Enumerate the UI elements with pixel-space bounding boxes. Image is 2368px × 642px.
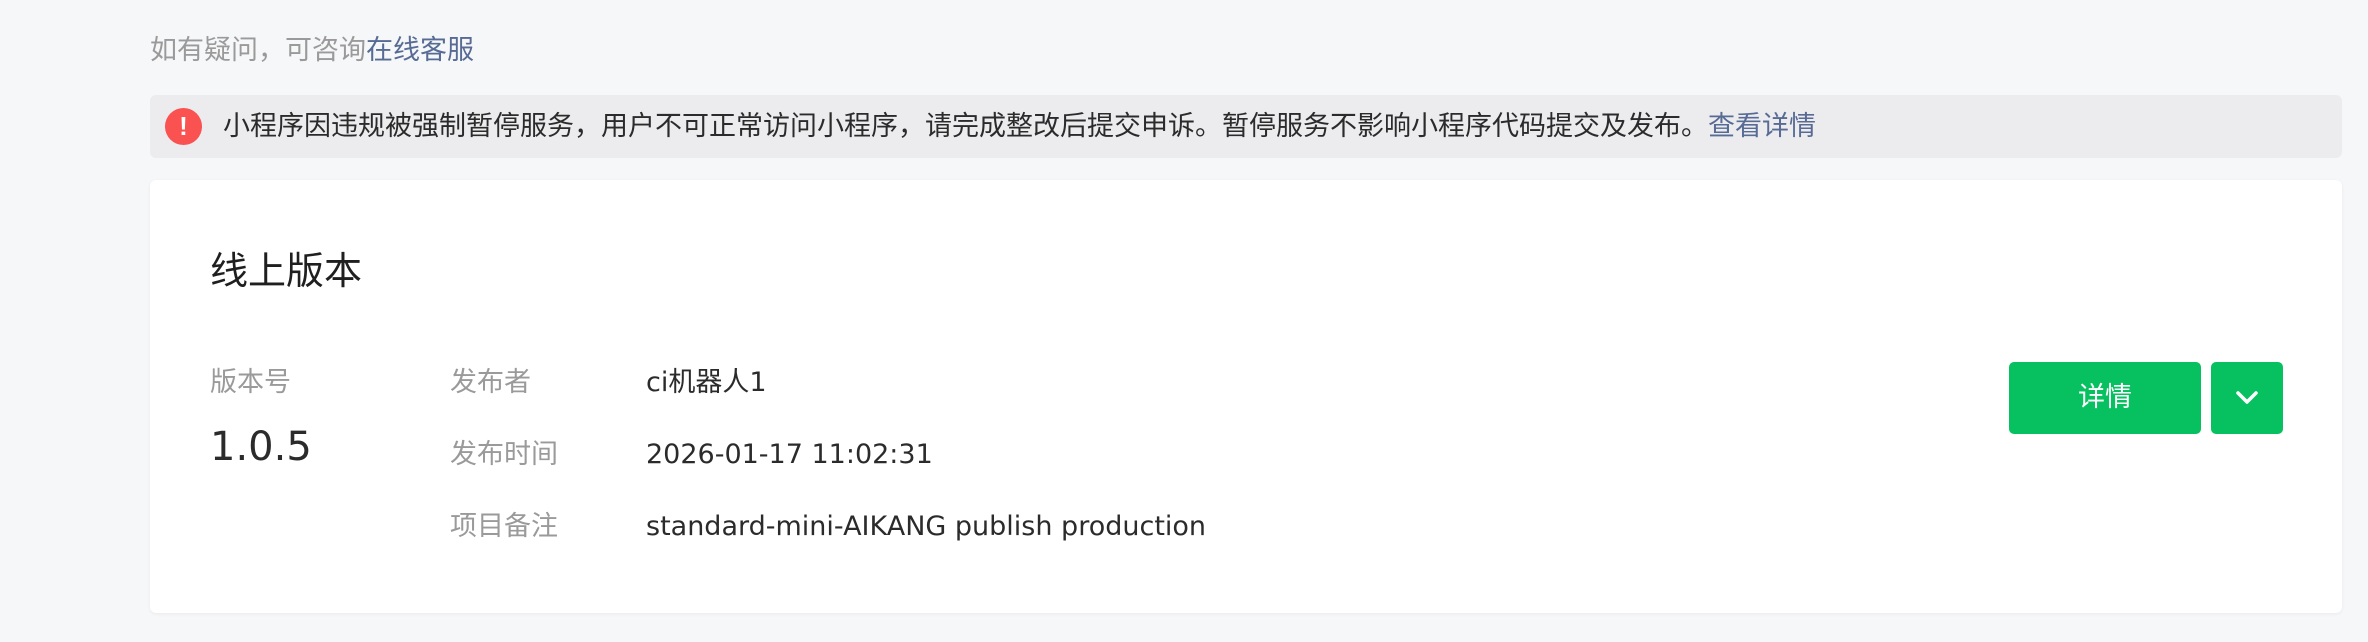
more-actions-button[interactable] [2211,362,2283,434]
publisher-value: ci机器人1 [646,367,767,398]
online-version-card: 线上版本 版本号 1.0.5 发布者 ci机器人1 发布时间 2026-01-1… [150,180,2342,613]
violation-notice: ! 小程序因违规被强制暂停服务，用户不可正常访问小程序，请完成整改后提交申诉。暂… [150,95,2342,158]
project-note-label: 项目备注 [450,511,558,542]
version-number: 1.0.5 [210,424,312,470]
help-line: 如有疑问，可咨询在线客服 [150,31,474,71]
version-label: 版本号 [210,367,291,398]
help-text: 如有疑问，可咨询 [150,35,366,66]
notice-text: 小程序因违规被强制暂停服务，用户不可正常访问小程序，请完成整改后提交申诉。暂停服… [223,110,1708,142]
chevron-down-icon [2236,391,2258,404]
publish-time-label: 发布时间 [450,439,558,470]
page: 如有疑问，可咨询在线客服 ! 小程序因违规被强制暂停服务，用户不可正常访问小程序… [0,0,2368,642]
warning-icon: ! [165,108,202,145]
view-details-link[interactable]: 查看详情 [1708,111,1816,142]
online-service-link[interactable]: 在线客服 [366,35,474,66]
card-title: 线上版本 [210,249,363,293]
project-note-value: standard-mini-AIKANG publish production [646,511,1207,542]
publisher-label: 发布者 [450,367,531,398]
publish-time-value: 2026-01-17 11:02:31 [646,439,933,470]
detail-button[interactable]: 详情 [2009,362,2201,434]
notice-message: 小程序因违规被强制暂停服务，用户不可正常访问小程序，请完成整改后提交申诉。暂停服… [223,107,1816,147]
